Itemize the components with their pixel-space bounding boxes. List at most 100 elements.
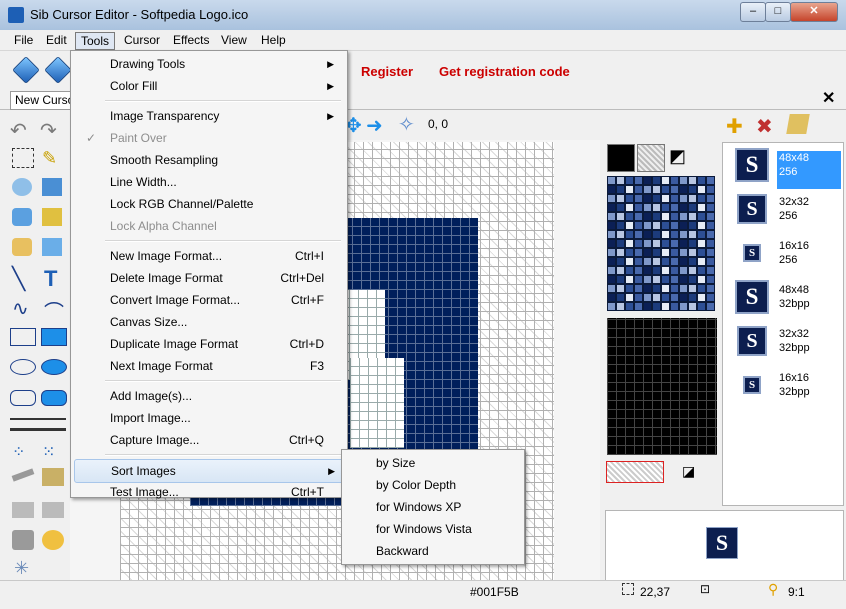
palette-swatch[interactable] xyxy=(634,302,643,311)
palette-swatch[interactable] xyxy=(670,275,679,284)
palette-swatch[interactable] xyxy=(652,275,661,284)
palette-swatch[interactable] xyxy=(670,212,679,221)
palette-swatch[interactable] xyxy=(616,248,625,257)
palette-swatch[interactable] xyxy=(706,275,715,284)
palette-swatch[interactable] xyxy=(697,257,706,266)
palette-swatch[interactable] xyxy=(697,302,706,311)
palette-swatch[interactable] xyxy=(643,176,652,185)
palette-swatch[interactable] xyxy=(697,185,706,194)
register-link[interactable]: Register xyxy=(361,64,413,79)
palette-swatch[interactable] xyxy=(697,212,706,221)
palette-swatch[interactable] xyxy=(652,302,661,311)
minimize-button[interactable]: – xyxy=(740,2,766,22)
tools-menu-item[interactable]: Canvas Size... xyxy=(74,311,342,333)
palette-swatch[interactable] xyxy=(706,203,715,212)
palette-swatch[interactable] xyxy=(679,230,688,239)
palette-swatch[interactable] xyxy=(679,275,688,284)
palette-swatch[interactable] xyxy=(697,293,706,302)
filled-ellipse-icon[interactable] xyxy=(41,359,67,375)
pencil-icon[interactable]: ✎ xyxy=(42,148,68,170)
menu-effects[interactable]: Effects xyxy=(168,32,214,48)
palette-swatch[interactable] xyxy=(652,194,661,203)
palette-swatch[interactable] xyxy=(643,203,652,212)
palette-swatch[interactable] xyxy=(688,185,697,194)
palette-swatch[interactable] xyxy=(607,239,616,248)
add-format-icon[interactable]: ✚ xyxy=(726,114,743,139)
palette-swatch[interactable] xyxy=(679,302,688,311)
palette-swatch[interactable] xyxy=(643,212,652,221)
palette-swatch[interactable] xyxy=(670,284,679,293)
palette-swatch[interactable] xyxy=(634,185,643,194)
layers-icon[interactable] xyxy=(786,114,810,134)
redo-icon[interactable]: ↷ xyxy=(40,118,66,142)
palette-swatch[interactable] xyxy=(607,257,616,266)
palette-swatch[interactable] xyxy=(634,266,643,275)
palette-swatch[interactable] xyxy=(625,284,634,293)
palette-swatch[interactable] xyxy=(670,176,679,185)
rectangle-icon[interactable] xyxy=(10,328,36,346)
tools-menu-item[interactable]: Lock RGB Channel/Palette xyxy=(74,193,342,215)
tools-menu-item[interactable]: Color Fill ▶ xyxy=(74,75,342,97)
select-rect-icon[interactable] xyxy=(12,148,34,168)
palette-swatch[interactable] xyxy=(634,239,643,248)
palette-swatch[interactable] xyxy=(670,194,679,203)
palette-swatch[interactable] xyxy=(643,194,652,203)
eraser-icon[interactable] xyxy=(12,178,32,196)
foreground-color[interactable] xyxy=(607,144,635,172)
tools-menu-item[interactable]: Drawing Tools ▶ xyxy=(74,53,342,75)
palette-swatch[interactable] xyxy=(679,257,688,266)
move-right-icon[interactable]: ➜ xyxy=(366,113,383,138)
swap-colors-icon[interactable]: ◩ xyxy=(669,146,686,167)
palette-swatch[interactable] xyxy=(661,230,670,239)
rounded-rect-icon[interactable] xyxy=(10,390,36,406)
paste-icon[interactable] xyxy=(42,502,64,518)
bucket-icon[interactable] xyxy=(12,530,34,550)
palette-swatch[interactable] xyxy=(688,293,697,302)
palette-swatch[interactable] xyxy=(634,230,643,239)
palette-swatch[interactable] xyxy=(688,230,697,239)
palette-swatch[interactable] xyxy=(607,176,616,185)
palette-swatch[interactable] xyxy=(706,239,715,248)
filled-rounded-rect-icon[interactable] xyxy=(41,390,67,406)
sort-menu-item[interactable]: Backward xyxy=(345,540,521,562)
tools-menu-item[interactable]: Test Image... Ctrl+T xyxy=(74,481,342,503)
airbrush-icon[interactable] xyxy=(12,238,32,256)
palette-swatch[interactable] xyxy=(652,212,661,221)
get-registration-code-link[interactable]: Get registration code xyxy=(439,64,570,79)
hotspot-icon[interactable]: ✳ xyxy=(14,558,40,580)
recolor-icon[interactable] xyxy=(42,530,64,550)
palette-swatch[interactable] xyxy=(607,293,616,302)
palette-swatch[interactable] xyxy=(670,302,679,311)
palette-swatch[interactable] xyxy=(679,194,688,203)
palette-swatch[interactable] xyxy=(661,221,670,230)
palette-swatch[interactable] xyxy=(625,230,634,239)
palette-swatch[interactable] xyxy=(625,275,634,284)
format-item[interactable]: S 16x16 32bpp xyxy=(723,363,843,407)
palette-swatch[interactable] xyxy=(625,194,634,203)
palette-swatch[interactable] xyxy=(652,284,661,293)
palette-swatch[interactable] xyxy=(634,212,643,221)
palette-swatch[interactable] xyxy=(706,230,715,239)
format-item[interactable]: S 48x48 256 xyxy=(723,143,843,189)
palette-swatch[interactable] xyxy=(670,257,679,266)
palette-swatch[interactable] xyxy=(652,257,661,266)
palette-swatch[interactable] xyxy=(616,185,625,194)
palette-swatch[interactable] xyxy=(652,185,661,194)
palette-swatch[interactable] xyxy=(697,230,706,239)
palette-swatch[interactable] xyxy=(643,221,652,230)
palette-swatch[interactable] xyxy=(706,257,715,266)
format-item[interactable]: S 32x32 32bpp xyxy=(723,319,843,363)
palette-swatch[interactable] xyxy=(652,266,661,275)
palette-swatch[interactable] xyxy=(661,185,670,194)
palette-swatch[interactable] xyxy=(607,230,616,239)
palette-swatch[interactable] xyxy=(697,248,706,257)
sort-menu-item[interactable]: by Color Depth xyxy=(345,474,521,496)
palette-swatch[interactable] xyxy=(616,221,625,230)
palette-swatch[interactable] xyxy=(661,293,670,302)
palette-swatch[interactable] xyxy=(625,257,634,266)
menu-view[interactable]: View xyxy=(216,32,252,48)
palette-swatch[interactable] xyxy=(688,284,697,293)
palette-swatch[interactable] xyxy=(643,257,652,266)
tools-menu-item[interactable]: Delete Image Format Ctrl+Del xyxy=(74,267,342,289)
palette-swatch[interactable] xyxy=(688,248,697,257)
